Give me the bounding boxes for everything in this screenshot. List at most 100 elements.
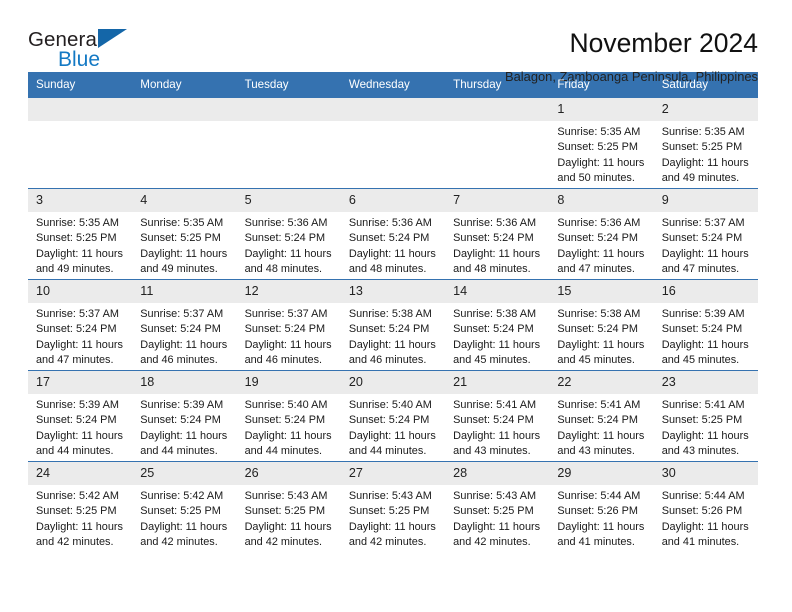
sunset-text: Sunset: 5:25 PM [36,505,117,518]
calendar-day-cell[interactable]: 12 Sunrise: 5:37 AM Sunset: 5:24 PM Dayligh… [236,279,341,371]
sunset-text: Sunset: 5:24 PM [661,323,743,336]
daylight-text-line2: and 44 minutes. [348,445,427,458]
sunset-text: Sunset: 5:24 PM [244,232,326,245]
day-number: 28 [445,462,550,485]
sunset-text: Sunset: 5:24 PM [348,323,430,336]
calendar-day-cell[interactable]: 16 Sunrise: 5:39 AM Sunset: 5:24 PM Dayligh… [653,279,758,371]
sunrise-text: Sunrise: 5:39 AM [36,399,119,411]
daylight-text-line1: Daylight: 11 hours [244,520,332,533]
calendar-day-cell[interactable]: 24 Sunrise: 5:42 AM Sunset: 5:25 PM Dayligh… [28,461,133,552]
calendar-week-row: 17 Sunrise: 5:39 AM Sunset: 5:24 PM Dayligh… [28,370,758,462]
day-info: Sunrise: 5:43 AM Sunset: 5:25 PM Daylight:… [445,485,549,551]
daylight-text-line2: and 44 minutes. [140,445,218,458]
sunrise-text: Sunrise: 5:39 AM [661,308,745,320]
daylight-text-line2: and 45 minutes. [557,354,635,367]
calendar-day-cell[interactable]: 28 Sunrise: 5:43 AM Sunset: 5:25 PM Dayligh… [445,461,550,552]
day-number: 26 [236,462,341,485]
day-number: 21 [445,371,550,394]
calendar-day-cell[interactable]: 1 Sunrise: 5:35 AM Sunset: 5:25 PM Daylight… [549,97,654,189]
daylight-text-line1: Daylight: 11 hours [36,520,123,533]
calendar-week-row: 3 Sunrise: 5:35 AM Sunset: 5:25 PM Daylight… [28,188,758,280]
calendar-day-cell[interactable]: 13 Sunrise: 5:38 AM Sunset: 5:24 PM Dayligh… [340,279,446,371]
sunset-text: Sunset: 5:25 PM [348,505,430,518]
sunset-text: Sunset: 5:25 PM [661,414,743,427]
sunset-text: Sunset: 5:24 PM [661,232,743,245]
day-info: Sunrise: 5:37 AM Sunset: 5:24 PM Daylight:… [237,303,341,369]
calendar-day-cell[interactable]: 14 Sunrise: 5:38 AM Sunset: 5:24 PM Dayligh… [445,279,550,371]
calendar-day-cell[interactable]: 27 Sunrise: 5:43 AM Sunset: 5:25 PM Dayligh… [340,461,446,552]
day-number: 2 [653,98,758,121]
day-number: 8 [549,189,654,212]
calendar-day-cell[interactable]: 6 Sunrise: 5:36 AM Sunset: 5:24 PM Daylight… [340,188,446,280]
triangle-icon [98,29,127,48]
calendar-day-cell[interactable]: 22 Sunrise: 5:41 AM Sunset: 5:24 PM Dayligh… [549,370,654,462]
sunset-text: Sunset: 5:24 PM [348,414,430,427]
day-number [28,98,133,121]
daylight-text-line2: and 44 minutes. [244,445,323,458]
sunrise-text: Sunrise: 5:39 AM [140,399,224,411]
daylight-text-line2: and 48 minutes. [453,263,531,276]
calendar-day-cell[interactable]: 18 Sunrise: 5:39 AM Sunset: 5:24 PM Dayligh… [132,370,237,462]
sunrise-text: Sunrise: 5:37 AM [661,217,745,229]
daylight-text-line1: Daylight: 11 hours [244,429,332,442]
calendar-day-cell[interactable]: 21 Sunrise: 5:41 AM Sunset: 5:24 PM Dayligh… [445,370,550,462]
calendar-week-row: 1 Sunrise: 5:35 AM Sunset: 5:25 PM Daylight… [28,97,758,189]
calendar-day-cell[interactable]: 15 Sunrise: 5:38 AM Sunset: 5:24 PM Dayligh… [549,279,654,371]
daylight-text-line2: and 43 minutes. [661,445,740,458]
daylight-text-line1: Daylight: 11 hours [453,520,541,533]
daylight-text-line2: and 46 minutes. [348,354,427,367]
day-info: Sunrise: 5:43 AM Sunset: 5:25 PM Daylight:… [237,485,341,551]
daylight-text-line2: and 42 minutes. [140,536,218,549]
day-info: Sunrise: 5:35 AM Sunset: 5:25 PM Daylight:… [132,212,236,278]
calendar-day-cell[interactable]: 5 Sunrise: 5:36 AM Sunset: 5:24 PM Daylight… [236,188,341,280]
calendar-day-cell-empty [132,97,237,189]
day-number: 17 [28,371,133,394]
calendar-day-cell[interactable]: 2 Sunrise: 5:35 AM Sunset: 5:25 PM Daylight… [653,97,758,189]
calendar-day-cell[interactable]: 20 Sunrise: 5:40 AM Sunset: 5:24 PM Dayligh… [340,370,446,462]
day-number: 16 [653,280,758,303]
calendar-day-cell[interactable]: 29 Sunrise: 5:44 AM Sunset: 5:26 PM Dayligh… [549,461,654,552]
day-number: 29 [549,462,654,485]
calendar-day-cell[interactable]: 9 Sunrise: 5:37 AM Sunset: 5:24 PM Daylight… [653,188,758,280]
calendar-day-cell[interactable]: 30 Sunrise: 5:44 AM Sunset: 5:26 PM Dayligh… [653,461,758,552]
calendar-day-cell[interactable]: 10 Sunrise: 5:37 AM Sunset: 5:24 PM Dayligh… [28,279,133,371]
daylight-text-line2: and 49 minutes. [140,263,218,276]
calendar-week-row: 24 Sunrise: 5:42 AM Sunset: 5:25 PM Dayligh… [28,461,758,552]
calendar-day-cell[interactable]: 26 Sunrise: 5:43 AM Sunset: 5:25 PM Dayligh… [236,461,341,552]
daylight-text-line1: Daylight: 11 hours [36,429,123,442]
calendar-day-cell[interactable]: 19 Sunrise: 5:40 AM Sunset: 5:24 PM Dayligh… [236,370,341,462]
sunset-text: Sunset: 5:25 PM [661,141,743,154]
daylight-text-line1: Daylight: 11 hours [661,247,749,260]
calendar-day-cell[interactable]: 17 Sunrise: 5:39 AM Sunset: 5:24 PM Dayligh… [28,370,133,462]
calendar-day-cell[interactable]: 11 Sunrise: 5:37 AM Sunset: 5:24 PM Dayligh… [132,279,237,371]
sunset-text: Sunset: 5:25 PM [244,505,326,518]
day-info: Sunrise: 5:38 AM Sunset: 5:24 PM Daylight:… [341,303,445,369]
calendar-day-cell[interactable]: 25 Sunrise: 5:42 AM Sunset: 5:25 PM Dayligh… [132,461,237,552]
calendar-day-cell[interactable]: 23 Sunrise: 5:41 AM Sunset: 5:25 PM Dayligh… [653,370,758,462]
sunrise-text: Sunrise: 5:42 AM [140,490,224,502]
page-header: General Blue November 2024 Balagon, Zamb… [0,0,792,84]
sunrise-text: Sunrise: 5:44 AM [557,490,641,502]
daylight-text-line1: Daylight: 11 hours [557,156,645,169]
general-blue-logo[interactable]: General Blue [28,28,148,76]
calendar-day-cell[interactable]: 3 Sunrise: 5:35 AM Sunset: 5:25 PM Daylight… [28,188,133,280]
calendar-day-cell[interactable]: 8 Sunrise: 5:36 AM Sunset: 5:24 PM Daylight… [549,188,654,280]
sunset-text: Sunset: 5:24 PM [36,323,117,336]
sunset-text: Sunset: 5:25 PM [140,505,221,518]
day-number: 25 [132,462,237,485]
day-number: 13 [340,280,446,303]
day-number [445,98,550,121]
daylight-text-line1: Daylight: 11 hours [661,156,749,169]
daylight-text-line2: and 48 minutes. [348,263,427,276]
calendar-day-cell[interactable]: 7 Sunrise: 5:36 AM Sunset: 5:24 PM Daylight… [445,188,550,280]
day-number: 27 [340,462,446,485]
day-number: 4 [132,189,237,212]
sunrise-text: Sunrise: 5:41 AM [453,399,537,411]
daylight-text-line1: Daylight: 11 hours [453,338,541,351]
sunrise-text: Sunrise: 5:40 AM [244,399,328,411]
calendar-day-cell[interactable]: 4 Sunrise: 5:35 AM Sunset: 5:25 PM Daylight… [132,188,237,280]
sunrise-text: Sunrise: 5:37 AM [36,308,119,320]
sunset-text: Sunset: 5:24 PM [348,232,430,245]
daylight-text-line2: and 42 minutes. [453,536,531,549]
sunrise-text: Sunrise: 5:38 AM [348,308,432,320]
